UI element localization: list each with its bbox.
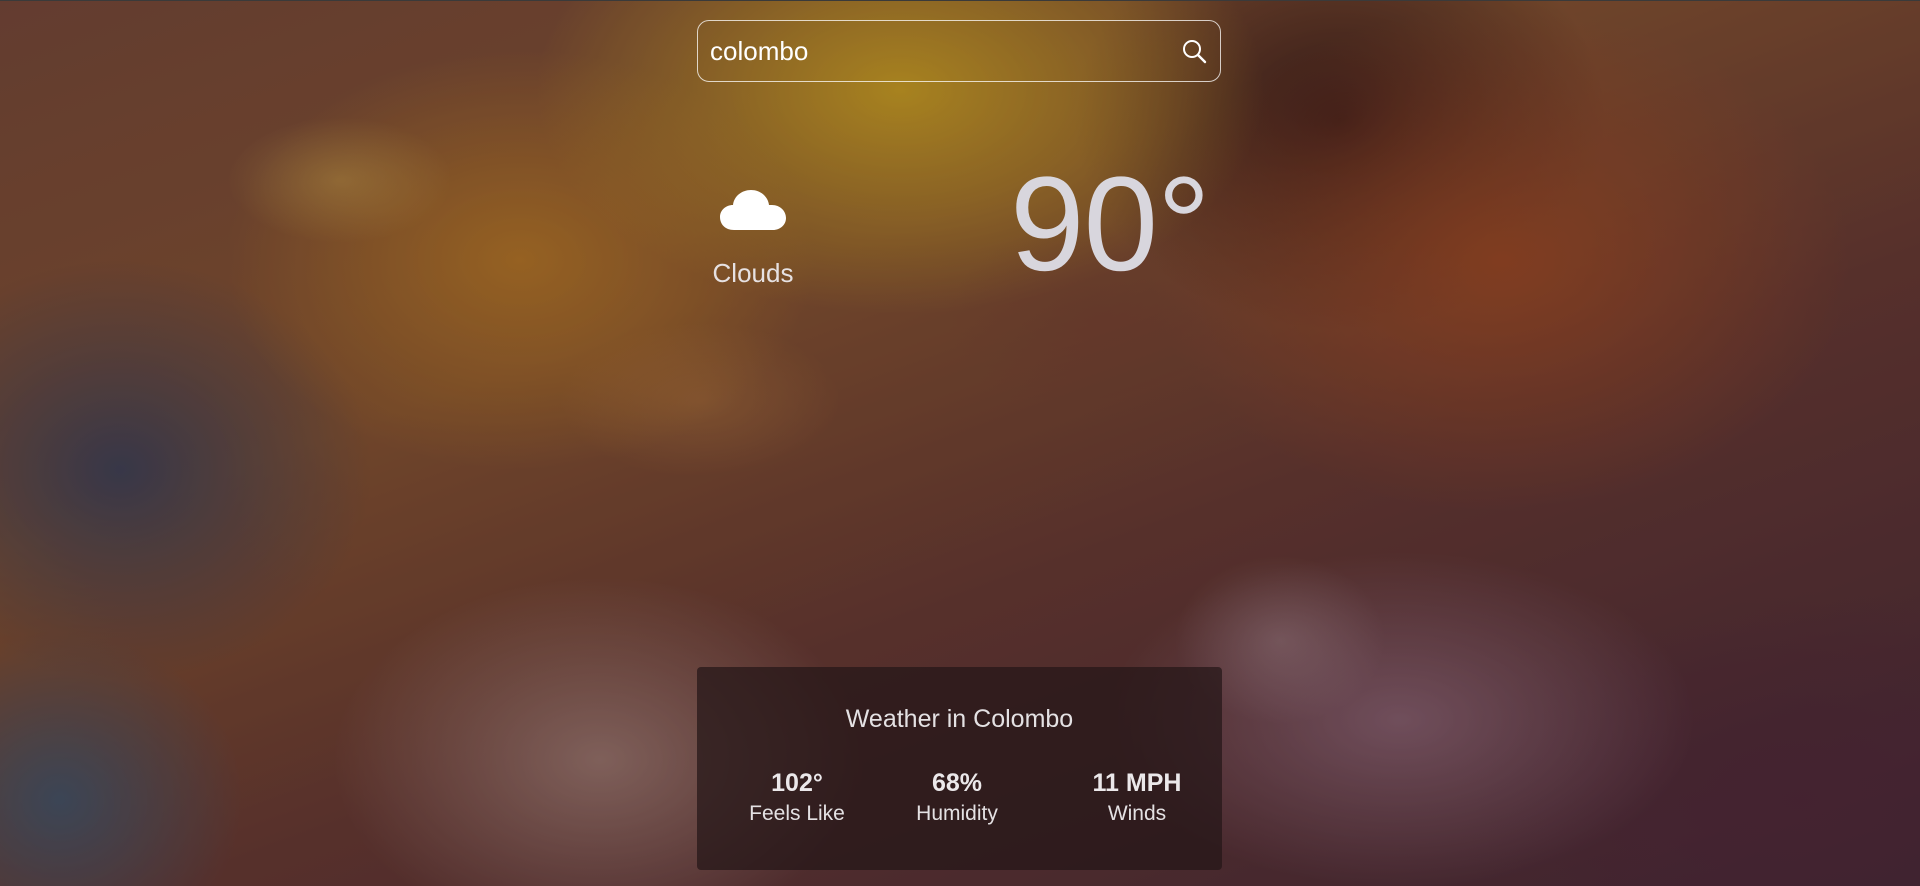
cloud-icon	[720, 190, 786, 230]
top-border	[0, 0, 1920, 1]
stat-label: Winds	[1107, 802, 1167, 825]
details-title: Weather in Colombo	[845, 705, 1074, 733]
stat-feels-like: 102° Feels Like	[717, 769, 877, 826]
temperature-value: 90°	[1010, 150, 1211, 299]
stat-label: Humidity	[916, 802, 998, 825]
stat-value: 68%	[931, 769, 983, 797]
stat-label: Feels Like	[749, 802, 845, 825]
weather-details-card: Weather in Colombo 102° Feels Like 68% H…	[697, 667, 1222, 870]
stat-winds: 11 MPH Winds	[1057, 769, 1217, 826]
stat-value: 102°	[771, 769, 823, 797]
search-icon	[1183, 40, 1207, 64]
weather-page: Clouds 90° Weather in Colombo 102° Feels…	[0, 0, 1920, 886]
condition-label: Clouds	[712, 258, 794, 288]
stat-humidity: 68% Humidity	[877, 769, 1037, 826]
stat-value: 11 MPH	[1092, 769, 1182, 797]
search-input[interactable]	[710, 21, 1150, 81]
current-condition: Clouds	[705, 186, 801, 289]
search-button[interactable]	[1178, 35, 1210, 67]
search-bar[interactable]	[697, 20, 1221, 82]
